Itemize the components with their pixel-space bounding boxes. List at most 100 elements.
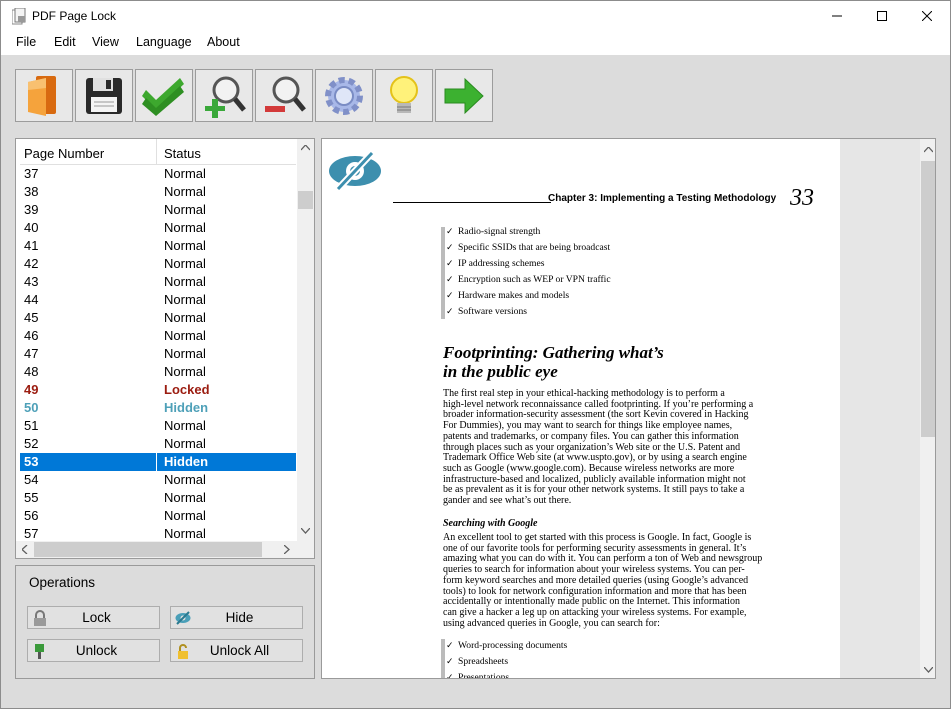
status-cell: Normal [164,490,206,505]
close-icon [922,11,932,21]
table-row[interactable]: 54 Normal [20,471,296,489]
table-row[interactable]: 51 Normal [20,417,296,435]
minimize-icon [832,15,842,17]
paragraph-line: accidentally or intentionally made publi… [443,596,740,608]
paragraph-line: For Dummies), you may want to search for… [443,420,733,432]
table-row[interactable]: 41 Normal [20,237,296,255]
maximize-button[interactable] [859,1,905,31]
status-cell: Normal [164,418,206,433]
status-cell: Normal [164,310,206,325]
table-row[interactable]: 44 Normal [20,291,296,309]
settings-button[interactable] [315,69,373,122]
unlock-button[interactable]: Unlock [27,639,160,662]
page-number-cell: 55 [24,490,39,505]
subheading: Searching with Google [443,518,538,529]
page-number-cell: 43 [24,274,39,289]
main-area: Page Number Status 37 Normal 38 Normal 39 Nor… [0,55,951,709]
menu-language[interactable]: Language [136,35,192,49]
table-row[interactable]: 57 Normal [20,525,296,539]
operations-group: Operations Lock Hide Unlock Unlock All [15,565,315,679]
list-header: Page Number Status [20,139,296,165]
bullet-item: Word-processing documents [446,640,567,651]
hide-button[interactable]: Hide [170,606,303,629]
page-number-cell: 53 [24,454,39,469]
save-icon [86,77,122,114]
bullet-item: Encryption such as WEP or VPN traffic [446,274,611,285]
table-row[interactable]: 37 Normal [20,165,296,183]
scroll-up-icon[interactable] [301,145,310,151]
zoom-in-icon [205,76,246,118]
preview-scroll-down-icon[interactable] [924,667,933,673]
scroll-thumb[interactable] [298,191,313,209]
menu-about[interactable]: About [207,35,240,49]
table-row[interactable]: 47 Normal [20,345,296,363]
column-status[interactable]: Status [164,146,201,161]
page-number-cell: 57 [24,526,39,539]
page-number-cell: 49 [24,382,39,397]
page-list[interactable]: Page Number Status 37 Normal 38 Normal 39 Nor… [15,138,315,559]
hidden-page-icon [329,151,381,191]
preview-scroll-up-icon[interactable] [924,147,933,153]
minimize-button[interactable] [814,1,860,31]
table-row[interactable]: 49 Locked [20,381,296,399]
table-row[interactable]: 52 Normal [20,435,296,453]
paragraph-line: form keyword searches and more detailed … [443,574,749,586]
next-icon [444,77,484,114]
paragraph-line: through places such as your organization… [443,441,741,453]
hscroll-thumb[interactable] [34,542,262,557]
table-row[interactable]: 38 Normal [20,183,296,201]
tip-button[interactable] [375,69,433,122]
table-row[interactable]: 43 Normal [20,273,296,291]
status-cell: Normal [164,346,206,361]
table-row[interactable]: 45 Normal [20,309,296,327]
page-number-cell: 39 [24,202,39,217]
apply-icon [142,77,184,116]
table-row[interactable]: 42 Normal [20,255,296,273]
zoom-in-button[interactable] [195,69,253,122]
table-row[interactable]: 40 Normal [20,219,296,237]
menu-bar: File Edit View Language About [0,31,951,55]
zoom-out-button[interactable] [255,69,313,122]
horizontal-scrollbar[interactable] [16,541,297,558]
scroll-right-icon[interactable] [284,545,290,554]
table-row[interactable]: 50 Hidden [20,399,296,417]
lock-button[interactable]: Lock [27,606,160,629]
table-row[interactable]: 53 Hidden [20,453,296,471]
apply-button[interactable] [135,69,193,122]
paragraph-line: gander and see what’s out there. [443,495,572,506]
page-number-cell: 42 [24,256,39,271]
status-cell: Hidden [164,400,209,415]
maximize-icon [877,11,887,21]
save-button[interactable] [75,69,133,122]
paragraph-line: one of our favorite tools for performing… [443,542,747,554]
page-number-cell: 40 [24,220,39,235]
status-cell: Locked [164,382,210,397]
vertical-scrollbar[interactable] [297,139,314,541]
paragraph-line: An excellent tool to get started with th… [443,532,752,543]
column-page-number[interactable]: Page Number [24,146,104,161]
preview-scroll-thumb[interactable] [921,161,935,437]
open-button[interactable] [15,69,73,122]
preview-scrollbar[interactable] [920,139,935,678]
close-button[interactable] [904,1,950,31]
next-button[interactable] [435,69,493,122]
page-number-cell: 47 [24,346,39,361]
unlock-all-button[interactable]: Unlock All [170,639,303,662]
paragraph-line: tools) to look for network configuration… [443,585,747,597]
section-heading-line2: in the public eye [443,362,558,381]
table-row[interactable]: 56 Normal [20,507,296,525]
menu-view[interactable]: View [92,35,119,49]
status-cell: Normal [164,472,206,487]
page-number-cell: 54 [24,472,39,487]
menu-file[interactable]: File [16,35,36,49]
table-row[interactable]: 55 Normal [20,489,296,507]
table-row[interactable]: 46 Normal [20,327,296,345]
scroll-down-icon[interactable] [301,528,310,534]
table-row[interactable]: 39 Normal [20,201,296,219]
menu-edit[interactable]: Edit [54,35,76,49]
scroll-left-icon[interactable] [22,545,28,554]
paragraph-line: amazing what you can do with it. You can… [443,553,763,565]
window-title: PDF Page Lock [32,9,117,23]
page-preview[interactable]: Chapter 3: Implementing a Testing Method… [321,138,936,679]
table-row[interactable]: 48 Normal [20,363,296,381]
